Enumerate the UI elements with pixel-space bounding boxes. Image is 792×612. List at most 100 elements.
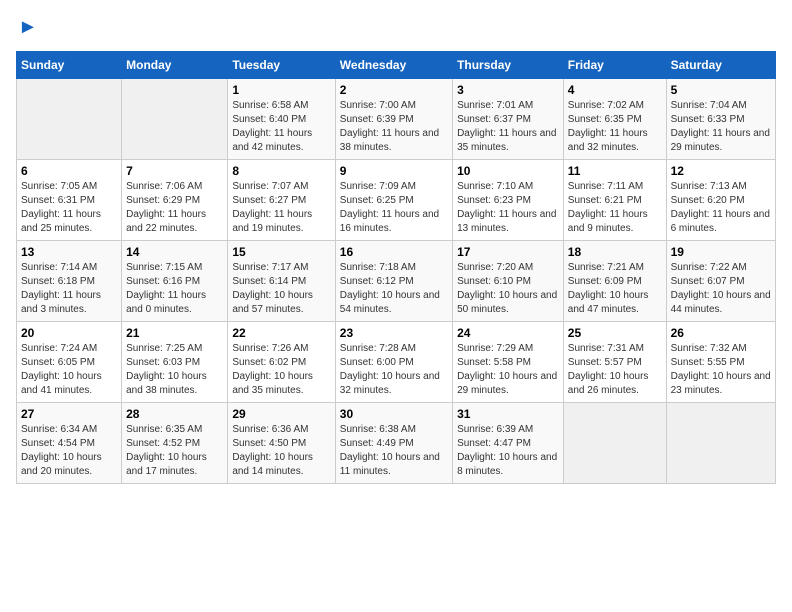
calendar-cell: 2Sunrise: 7:00 AMSunset: 6:39 PMDaylight…	[335, 79, 452, 160]
calendar-cell: 19 Sunrise: 7:22 AMSunset: 6:07 PMDayligh…	[666, 241, 775, 322]
day-number: 30	[340, 407, 448, 421]
calendar-cell: 6Sunrise: 7:05 AMSunset: 6:31 PMDaylight…	[17, 160, 122, 241]
day-detail: Sunrise: 7:25 AMSunset: 6:03 PMDaylight:…	[126, 342, 223, 398]
calendar-cell: 3 Sunrise: 7:01 AMSunset: 6:37 PMDaylight…	[453, 79, 564, 160]
day-detail: Sunrise: 7:00 AMSunset: 6:39 PMDaylight:…	[340, 99, 448, 155]
day-detail: Sunrise: 7:18 AMSunset: 6:12 PMDaylight:…	[340, 261, 448, 317]
day-detail: Sunrise: 7:32 AMSunset: 5:55 PMDaylight:…	[671, 342, 771, 398]
day-number: 8	[232, 164, 330, 178]
day-number: 25	[568, 326, 662, 340]
day-detail: Sunrise: 7:22 AMSunset: 6:07 PMDaylight:…	[671, 261, 771, 317]
day-number: 21	[126, 326, 223, 340]
calendar-cell: 5 Sunrise: 7:04 AMSunset: 6:33 PMDaylight…	[666, 79, 775, 160]
header-friday: Friday	[563, 52, 666, 79]
day-number: 18	[568, 245, 662, 259]
header-tuesday: Tuesday	[228, 52, 335, 79]
header-thursday: Thursday	[453, 52, 564, 79]
day-number: 5	[671, 83, 771, 97]
day-number: 19	[671, 245, 771, 259]
day-number: 24	[457, 326, 559, 340]
day-number: 27	[21, 407, 117, 421]
day-detail: Sunrise: 7:26 AMSunset: 6:02 PMDaylight:…	[232, 342, 330, 398]
calendar-cell: 13Sunrise: 7:14 AMSunset: 6:18 PMDayligh…	[17, 241, 122, 322]
day-number: 12	[671, 164, 771, 178]
day-detail: Sunrise: 7:02 AMSunset: 6:35 PMDaylight:…	[568, 99, 662, 155]
calendar-cell: 31 Sunrise: 6:39 AMSunset: 4:47 PMDayligh…	[453, 403, 564, 484]
day-detail: Sunrise: 7:29 AMSunset: 5:58 PMDaylight:…	[457, 342, 559, 398]
day-number: 26	[671, 326, 771, 340]
day-number: 28	[126, 407, 223, 421]
day-detail: Sunrise: 7:21 AMSunset: 6:09 PMDaylight:…	[568, 261, 662, 317]
calendar-cell: 18 Sunrise: 7:21 AMSunset: 6:09 PMDayligh…	[563, 241, 666, 322]
calendar-cell: 7 Sunrise: 7:06 AMSunset: 6:29 PMDaylight…	[122, 160, 228, 241]
day-detail: Sunrise: 7:01 AMSunset: 6:37 PMDaylight:…	[457, 99, 559, 155]
day-detail: Sunrise: 7:11 AMSunset: 6:21 PMDaylight:…	[568, 180, 662, 236]
calendar-cell: 24 Sunrise: 7:29 AMSunset: 5:58 PMDayligh…	[453, 322, 564, 403]
calendar-cell: 8 Sunrise: 7:07 AMSunset: 6:27 PMDaylight…	[228, 160, 335, 241]
day-number: 4	[568, 83, 662, 97]
calendar-cell	[666, 403, 775, 484]
calendar-cell: 4 Sunrise: 7:02 AMSunset: 6:35 PMDaylight…	[563, 79, 666, 160]
day-detail: Sunrise: 7:31 AMSunset: 5:57 PMDaylight:…	[568, 342, 662, 398]
day-number: 10	[457, 164, 559, 178]
day-detail: Sunrise: 6:36 AMSunset: 4:50 PMDaylight:…	[232, 423, 330, 479]
calendar-cell: 12 Sunrise: 7:13 AMSunset: 6:20 PMDayligh…	[666, 160, 775, 241]
calendar-cell: 28 Sunrise: 6:35 AMSunset: 4:52 PMDayligh…	[122, 403, 228, 484]
day-number: 20	[21, 326, 117, 340]
day-detail: Sunrise: 7:06 AMSunset: 6:29 PMDaylight:…	[126, 180, 223, 236]
calendar-week-row: 6Sunrise: 7:05 AMSunset: 6:31 PMDaylight…	[17, 160, 776, 241]
calendar-table: SundayMondayTuesdayWednesdayThursdayFrid…	[16, 51, 776, 484]
calendar-cell: 17 Sunrise: 7:20 AMSunset: 6:10 PMDayligh…	[453, 241, 564, 322]
calendar-cell: 30 Sunrise: 6:38 AMSunset: 4:49 PMDayligh…	[335, 403, 452, 484]
day-detail: Sunrise: 7:07 AMSunset: 6:27 PMDaylight:…	[232, 180, 330, 236]
calendar-cell: 22 Sunrise: 7:26 AMSunset: 6:02 PMDayligh…	[228, 322, 335, 403]
calendar-cell: 23Sunrise: 7:28 AMSunset: 6:00 PMDayligh…	[335, 322, 452, 403]
day-detail: Sunrise: 7:10 AMSunset: 6:23 PMDaylight:…	[457, 180, 559, 236]
calendar-cell: 16Sunrise: 7:18 AMSunset: 6:12 PMDayligh…	[335, 241, 452, 322]
calendar-cell: 10 Sunrise: 7:10 AMSunset: 6:23 PMDayligh…	[453, 160, 564, 241]
day-detail: Sunrise: 7:04 AMSunset: 6:33 PMDaylight:…	[671, 99, 771, 155]
calendar-cell: 25 Sunrise: 7:31 AMSunset: 5:57 PMDayligh…	[563, 322, 666, 403]
header-sunday: Sunday	[17, 52, 122, 79]
day-number: 31	[457, 407, 559, 421]
day-number: 22	[232, 326, 330, 340]
day-detail: Sunrise: 7:28 AMSunset: 6:00 PMDaylight:…	[340, 342, 448, 398]
logo-bird-icon: ►	[18, 16, 38, 39]
calendar-cell	[563, 403, 666, 484]
day-number: 9	[340, 164, 448, 178]
calendar-week-row: 1 Sunrise: 6:58 AMSunset: 6:40 PMDaylight…	[17, 79, 776, 160]
calendar-cell: 29 Sunrise: 6:36 AMSunset: 4:50 PMDayligh…	[228, 403, 335, 484]
day-number: 1	[232, 83, 330, 97]
day-detail: Sunrise: 6:58 AMSunset: 6:40 PMDaylight:…	[232, 99, 330, 155]
calendar-week-row: 20 Sunrise: 7:24 AMSunset: 6:05 PMDayligh…	[17, 322, 776, 403]
day-detail: Sunrise: 7:13 AMSunset: 6:20 PMDaylight:…	[671, 180, 771, 236]
day-detail: Sunrise: 7:20 AMSunset: 6:10 PMDaylight:…	[457, 261, 559, 317]
day-detail: Sunrise: 7:17 AMSunset: 6:14 PMDaylight:…	[232, 261, 330, 317]
day-detail: Sunrise: 6:38 AMSunset: 4:49 PMDaylight:…	[340, 423, 448, 479]
day-detail: Sunrise: 7:09 AMSunset: 6:25 PMDaylight:…	[340, 180, 448, 236]
day-number: 13	[21, 245, 117, 259]
calendar-cell: 11 Sunrise: 7:11 AMSunset: 6:21 PMDayligh…	[563, 160, 666, 241]
calendar-cell: 27 Sunrise: 6:34 AMSunset: 4:54 PMDayligh…	[17, 403, 122, 484]
day-number: 29	[232, 407, 330, 421]
header-monday: Monday	[122, 52, 228, 79]
header-saturday: Saturday	[666, 52, 775, 79]
day-number: 15	[232, 245, 330, 259]
calendar-week-row: 13Sunrise: 7:14 AMSunset: 6:18 PMDayligh…	[17, 241, 776, 322]
calendar-cell: 26 Sunrise: 7:32 AMSunset: 5:55 PMDayligh…	[666, 322, 775, 403]
day-number: 11	[568, 164, 662, 178]
day-detail: Sunrise: 7:05 AMSunset: 6:31 PMDaylight:…	[21, 180, 117, 236]
day-detail: Sunrise: 6:39 AMSunset: 4:47 PMDaylight:…	[457, 423, 559, 479]
calendar-cell	[17, 79, 122, 160]
day-detail: Sunrise: 7:24 AMSunset: 6:05 PMDaylight:…	[21, 342, 117, 398]
day-number: 7	[126, 164, 223, 178]
calendar-cell: 9 Sunrise: 7:09 AMSunset: 6:25 PMDaylight…	[335, 160, 452, 241]
day-detail: Sunrise: 6:34 AMSunset: 4:54 PMDaylight:…	[21, 423, 117, 479]
header-wednesday: Wednesday	[335, 52, 452, 79]
day-number: 17	[457, 245, 559, 259]
day-detail: Sunrise: 6:35 AMSunset: 4:52 PMDaylight:…	[126, 423, 223, 479]
calendar-cell: 20 Sunrise: 7:24 AMSunset: 6:05 PMDayligh…	[17, 322, 122, 403]
calendar-cell: 15 Sunrise: 7:17 AMSunset: 6:14 PMDayligh…	[228, 241, 335, 322]
calendar-cell: 21 Sunrise: 7:25 AMSunset: 6:03 PMDayligh…	[122, 322, 228, 403]
day-number: 3	[457, 83, 559, 97]
